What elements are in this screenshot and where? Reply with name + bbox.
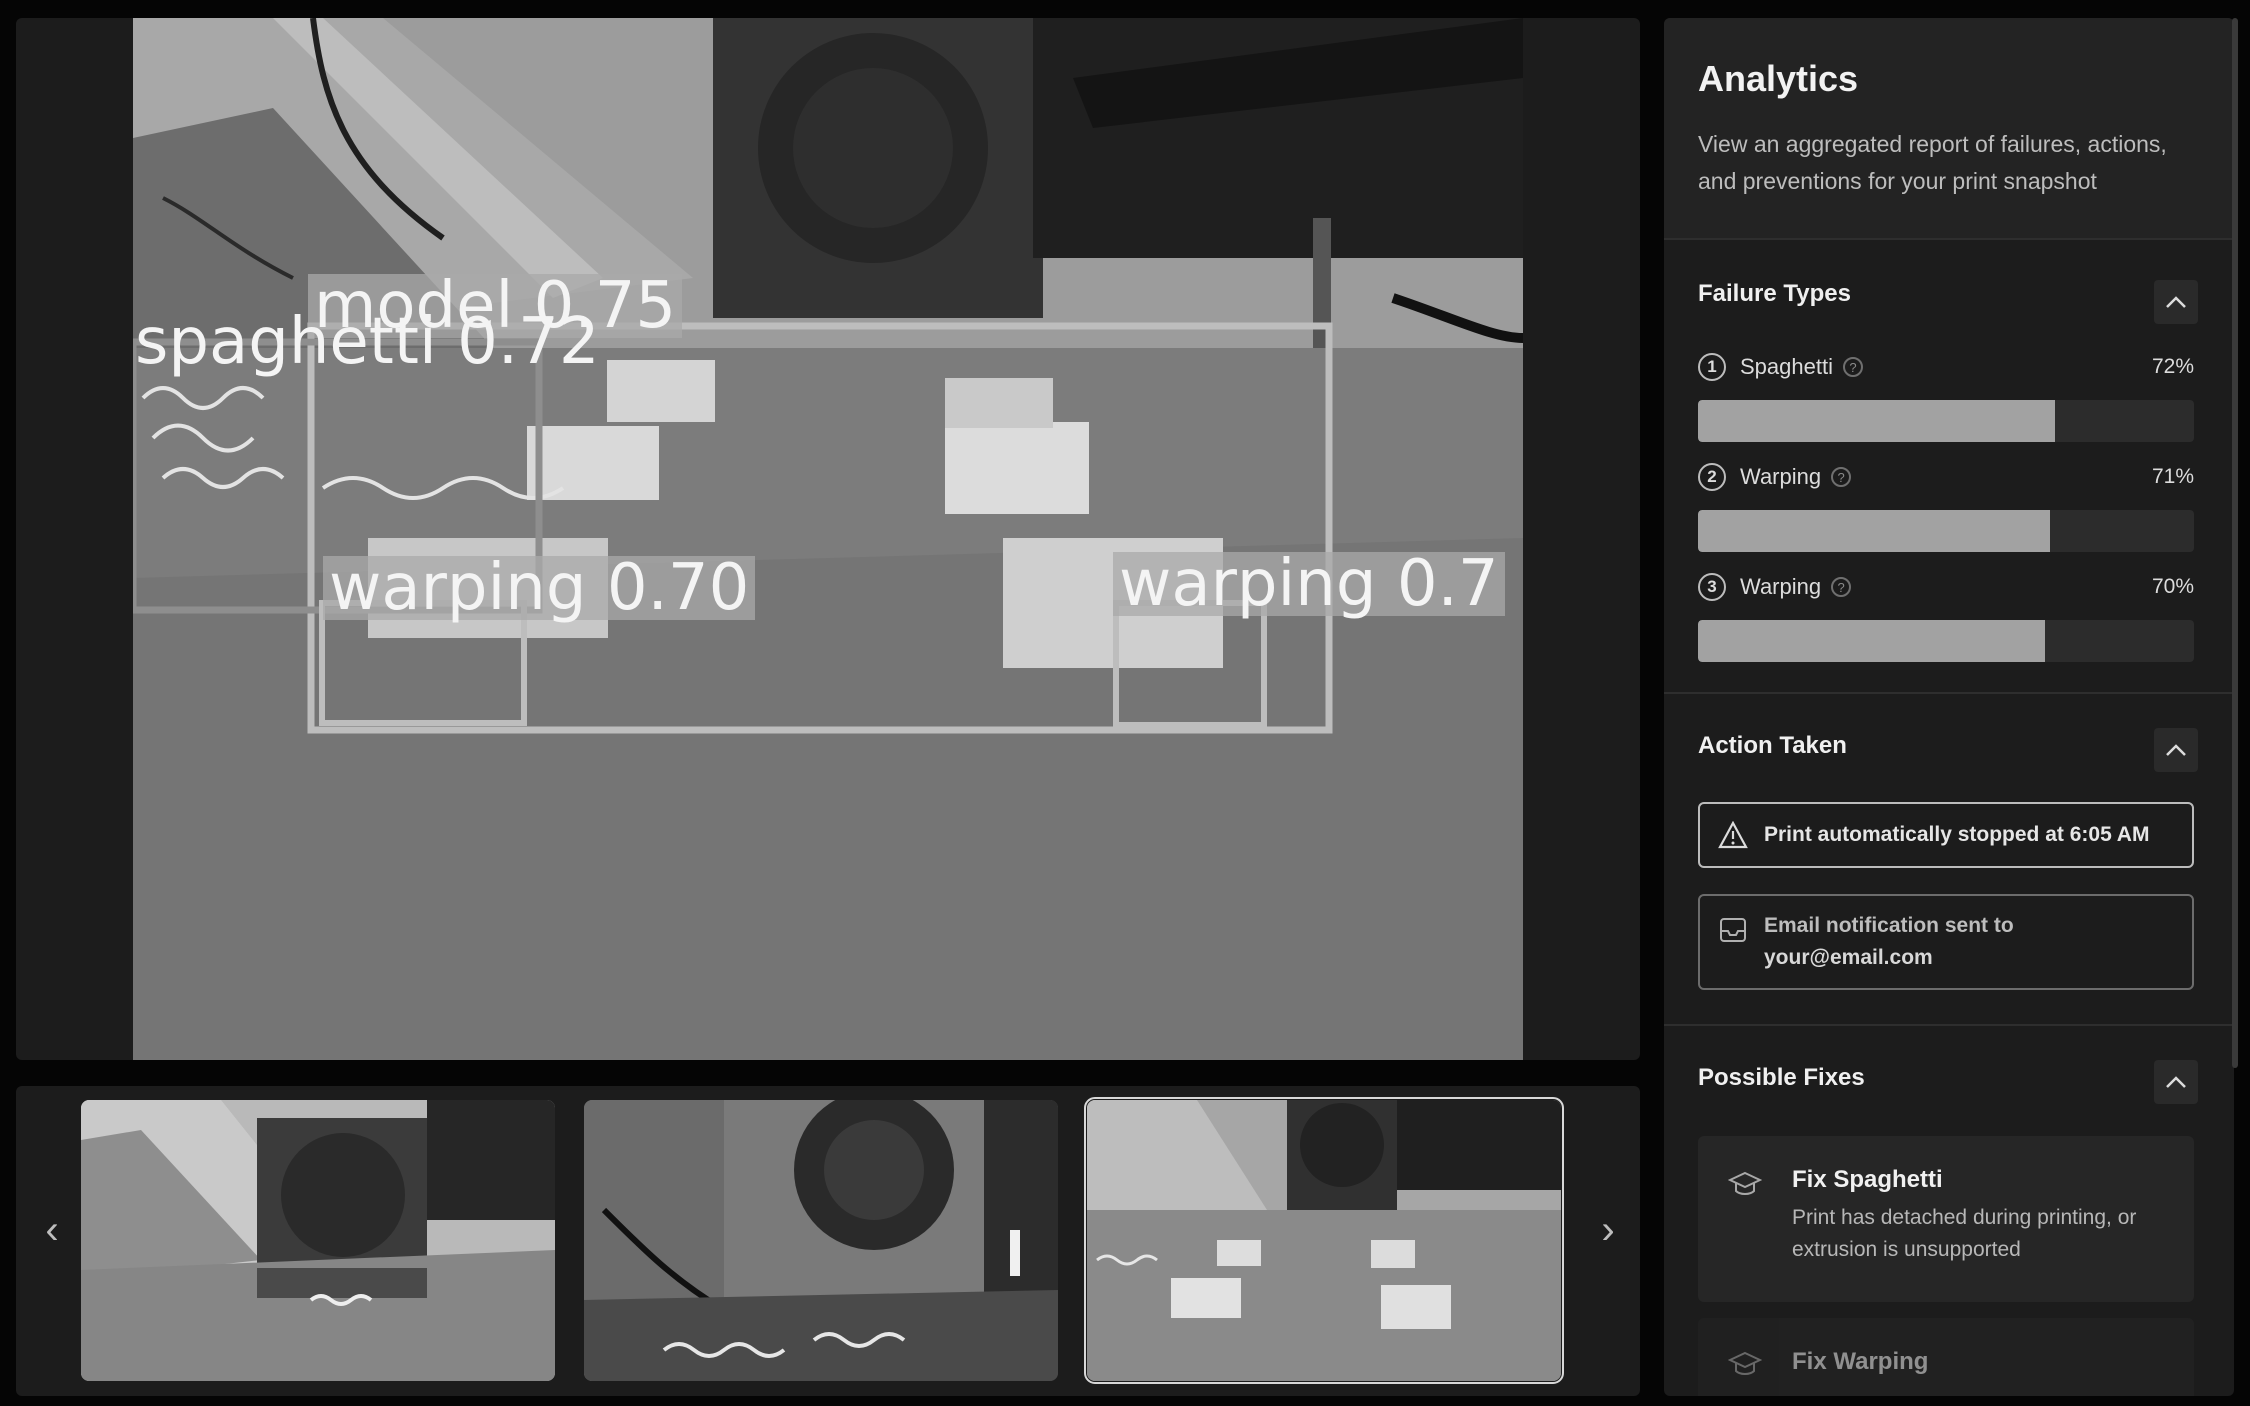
failure-types-title: Failure Types: [1698, 280, 1851, 307]
thumbnail-3-selected[interactable]: [1084, 1097, 1564, 1384]
detection-label-warping-right: warping 0.7: [1113, 552, 1505, 616]
detection-label-warping-left: warping 0.70: [323, 556, 756, 620]
chevron-up-icon: [2166, 1076, 2186, 1088]
analytics-header: Analytics View an aggregated report of f…: [1664, 18, 2234, 238]
page-title: Analytics: [1698, 58, 1859, 99]
failure-type-row: 3 Warping ? 70%: [1698, 570, 2194, 662]
rank-badge: 2: [1698, 463, 1726, 491]
help-icon[interactable]: ?: [1831, 467, 1852, 487]
print-stopped-text: Print automatically stopped at 6:05 AM: [1764, 823, 2150, 846]
thumbnail-2-image: [584, 1100, 1058, 1381]
thumbnail-3-image: [1087, 1100, 1561, 1381]
action-taken-collapse-button[interactable]: [2154, 728, 2198, 772]
failure-type-percent: 70%: [2151, 575, 2194, 598]
fix-card-spaghetti[interactable]: Fix Spaghetti Print has detached during …: [1698, 1136, 2194, 1302]
print-snapshot-image: model 0.75 spaghetti 0.72 warping 0.70 w…: [133, 18, 1523, 1060]
failure-types-section: Failure Types 1 Spaghetti ? 72% 2 Warpin…: [1664, 238, 2234, 692]
possible-fixes-section: Possible Fixes Fix Spaghetti Print has d…: [1664, 1024, 2234, 1396]
email-address: your@email.com: [1764, 946, 1933, 969]
email-notification-text: Email notification sent to: [1764, 914, 2014, 937]
failure-type-row: 2 Warping ? 71%: [1698, 460, 2194, 552]
failure-type-percent: 71%: [2151, 465, 2194, 488]
confidence-bar: [1698, 510, 2194, 552]
fix-description: Print has detached during printing, or e…: [1792, 1206, 2137, 1261]
email-notification-notice[interactable]: Email notification sent to your@email.co…: [1698, 894, 2194, 990]
failure-type-name: Warping: [1740, 464, 1822, 489]
confidence-bar: [1698, 400, 2194, 442]
failure-types-collapse-button[interactable]: [2154, 280, 2198, 324]
panel-scrollbar[interactable]: [2232, 18, 2238, 1068]
graduation-cap-icon: [1728, 1171, 1762, 1195]
confidence-bar-fill: [1698, 510, 2051, 552]
thumbnail-2[interactable]: [584, 1100, 1058, 1381]
fix-title: Fix Warping: [1792, 1348, 1929, 1375]
chevron-up-icon: [2166, 296, 2186, 308]
failure-type-percent: 72%: [2151, 355, 2194, 378]
snapshot-scene: [133, 18, 1523, 1060]
snapshot-viewer: model 0.75 spaghetti 0.72 warping 0.70 w…: [16, 18, 1640, 1060]
failure-type-name: Warping: [1740, 574, 1822, 599]
rank-badge: 3: [1698, 573, 1726, 601]
help-icon[interactable]: ?: [1842, 357, 1863, 377]
possible-fixes-title: Possible Fixes: [1698, 1064, 1865, 1091]
confidence-bar-fill: [1698, 400, 2056, 442]
action-taken-title: Action Taken: [1698, 732, 1847, 759]
analytics-description: View an aggregated report of failures, a…: [1698, 131, 2167, 194]
possible-fixes-collapse-button[interactable]: [2154, 1060, 2198, 1104]
analytics-panel: Analytics View an aggregated report of f…: [1664, 18, 2234, 1396]
confidence-bar: [1698, 620, 2194, 662]
fix-card-warping[interactable]: Fix Warping: [1698, 1318, 2194, 1396]
chevron-up-icon: [2166, 744, 2186, 756]
chevron-left-icon[interactable]: ‹: [30, 1208, 74, 1252]
action-taken-section: Action Taken Print automatically stopped…: [1664, 692, 2234, 1024]
help-icon[interactable]: ?: [1831, 577, 1852, 597]
failure-type-row: 1 Spaghetti ? 72%: [1698, 350, 2194, 442]
print-stopped-notice[interactable]: Print automatically stopped at 6:05 AM: [1698, 802, 2194, 868]
warning-icon: [1718, 821, 1748, 849]
fix-title: Fix Spaghetti: [1792, 1166, 1943, 1193]
detection-label-spaghetti: spaghetti 0.72: [135, 305, 600, 379]
inbox-icon: [1720, 918, 1746, 942]
graduation-cap-icon: [1728, 1351, 1762, 1375]
thumbnail-1-image: [81, 1100, 555, 1381]
failure-type-name: Spaghetti: [1740, 354, 1833, 379]
snapshot-thumbnail-strip: ‹ ›: [16, 1086, 1640, 1396]
chevron-right-icon[interactable]: ›: [1586, 1208, 1630, 1252]
confidence-bar-fill: [1698, 620, 2046, 662]
rank-badge: 1: [1698, 353, 1726, 381]
thumbnail-1[interactable]: [81, 1100, 555, 1381]
